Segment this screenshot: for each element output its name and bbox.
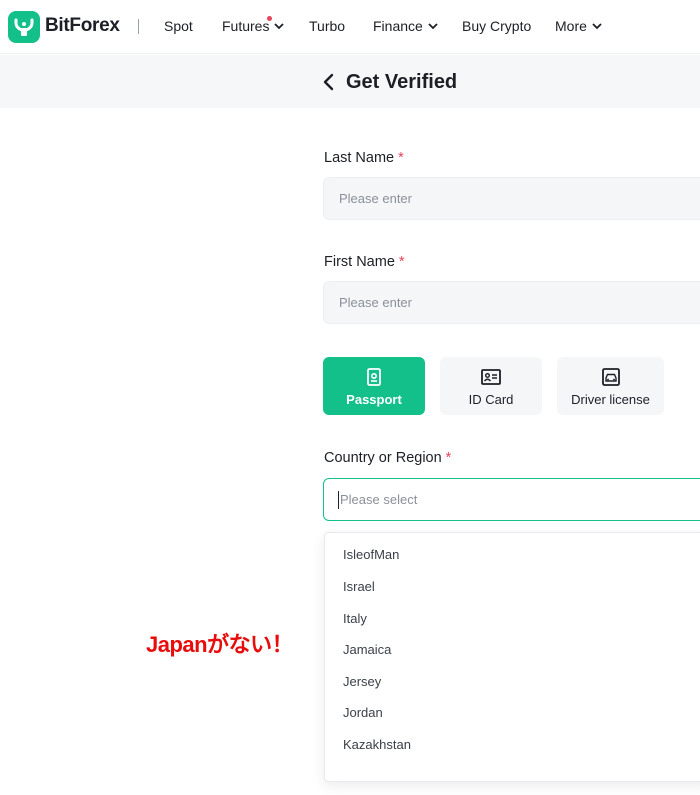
notification-dot — [267, 16, 272, 21]
first-name-input[interactable] — [323, 281, 700, 324]
nav-spot-label: Spot — [164, 18, 193, 34]
country-label-text: Country or Region — [324, 450, 442, 466]
top-navigation: BitForex Spot Futures Turbo Finance Buy … — [0, 0, 700, 54]
doc-type-id-card[interactable]: ID Card — [440, 357, 542, 415]
required-mark: * — [445, 450, 452, 466]
text-caret — [338, 491, 339, 509]
doc-type-driver-license[interactable]: Driver license — [557, 357, 664, 415]
country-dropdown[interactable]: IsleofMan Israel Italy Jamaica Jersey Jo… — [324, 532, 700, 782]
nav-buy-crypto-label: Buy Crypto — [462, 18, 532, 34]
nav-more-label: More — [555, 18, 587, 34]
nav-futures[interactable]: Futures — [222, 16, 285, 34]
last-name-input[interactable] — [323, 177, 700, 220]
doc-type-driver-license-label: Driver license — [571, 391, 650, 407]
annotation-text: Japanがない！ — [146, 632, 294, 657]
first-name-label: First Name * — [324, 254, 405, 270]
nav-spot[interactable]: Spot — [164, 18, 193, 34]
nav-turbo[interactable]: Turbo — [309, 18, 345, 34]
first-name-label-text: First Name — [324, 254, 395, 270]
doc-type-passport[interactable]: Passport — [323, 357, 425, 415]
page-header: Get Verified — [0, 55, 700, 108]
nav-buy-crypto[interactable]: Buy Crypto — [462, 18, 531, 34]
dropdown-option[interactable]: Jersey — [343, 674, 381, 689]
nav-more[interactable]: More — [555, 18, 603, 34]
nav-futures-label: Futures — [222, 18, 270, 34]
dropdown-option[interactable]: Jordan — [343, 705, 383, 720]
country-select-placeholder: Please select — [340, 492, 418, 507]
chevron-down-icon — [428, 23, 438, 30]
dropdown-option[interactable]: IsleofMan — [343, 547, 399, 562]
id-card-icon — [481, 368, 501, 385]
chevron-down-icon — [274, 23, 285, 30]
passport-icon — [367, 367, 381, 386]
country-select[interactable]: Please select — [323, 478, 700, 521]
chevron-down-icon — [592, 23, 602, 30]
required-mark: * — [398, 150, 404, 166]
doc-type-id-card-label: ID Card — [468, 391, 514, 407]
dropdown-option[interactable]: Kazakhstan — [343, 737, 411, 752]
last-name-label-text: Last Name — [324, 150, 395, 166]
page-title: Get Verified — [346, 71, 458, 93]
dropdown-option[interactable]: Italy — [343, 611, 367, 626]
nav-turbo-label: Turbo — [309, 18, 346, 34]
doc-type-passport-label: Passport — [346, 391, 402, 407]
required-mark: * — [398, 254, 405, 270]
car-icon — [601, 367, 620, 386]
nav-finance-label: Finance — [373, 18, 423, 34]
nav-divider — [138, 19, 139, 34]
dropdown-option[interactable]: Israel — [343, 579, 375, 594]
last-name-label: Last Name * — [324, 150, 404, 166]
brand-name[interactable]: BitForex — [45, 15, 120, 37]
back-arrow-icon[interactable] — [320, 72, 338, 92]
dropdown-option[interactable]: Jamaica — [343, 642, 391, 657]
nav-finance[interactable]: Finance — [373, 18, 439, 34]
bitforex-logo-icon[interactable] — [8, 11, 40, 43]
country-label: Country or Region * — [324, 450, 451, 466]
